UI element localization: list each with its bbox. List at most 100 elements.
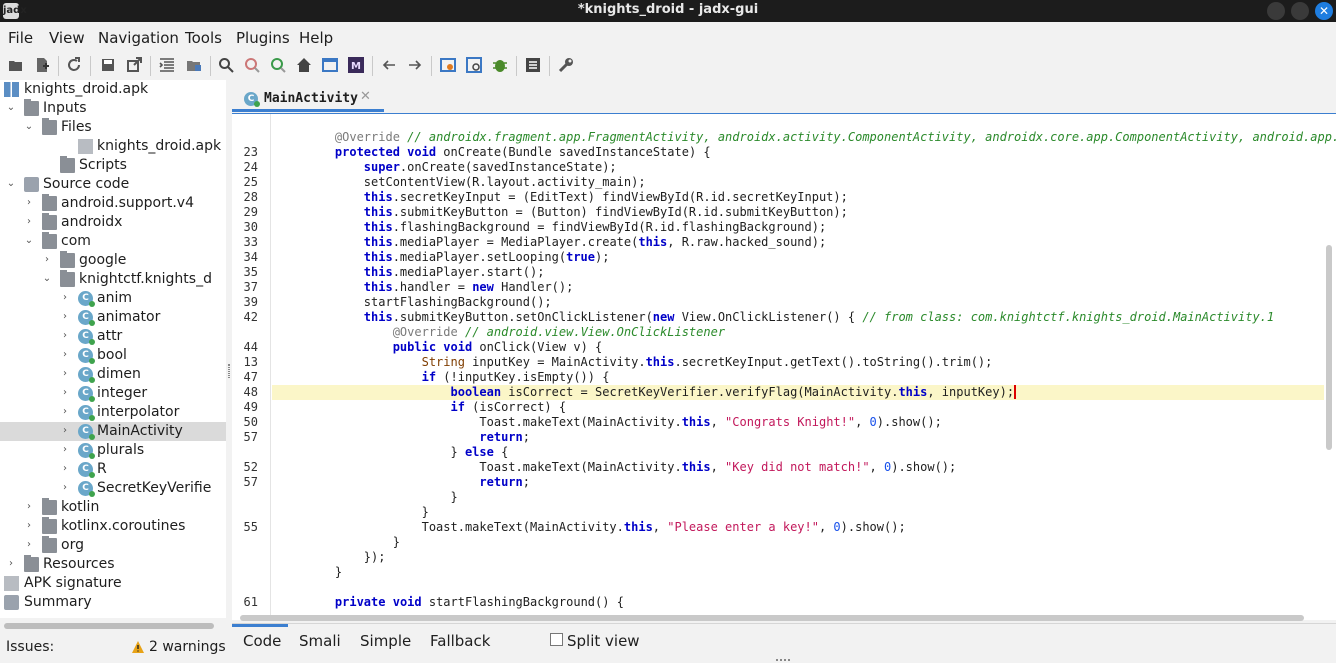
close-window-button[interactable]: ✕ — [1315, 2, 1333, 20]
editor-horizontal-scrollbar[interactable] — [240, 615, 1304, 621]
menu-plugins[interactable]: Plugins — [236, 29, 290, 47]
export-icon[interactable] — [126, 57, 142, 73]
code-line[interactable]: 61 private void startFlashingBackground(… — [232, 595, 1336, 610]
tree-item[interactable]: › kotlinx.coroutines — [0, 517, 226, 536]
sync-tree-icon[interactable] — [159, 57, 175, 73]
code-line[interactable]: 55 Toast.makeText(MainActivity.this, "Pl… — [232, 520, 1336, 535]
chevron-right-icon[interactable]: › — [60, 387, 70, 399]
reload-icon[interactable] — [66, 57, 82, 73]
code-line[interactable]: 13 String inputKey = MainActivity.this.s… — [232, 355, 1336, 370]
code-line[interactable]: 49 if (isCorrect) { — [232, 400, 1336, 415]
chevron-right-icon[interactable]: › — [6, 558, 16, 570]
menu-navigation[interactable]: Navigation — [98, 29, 179, 47]
chevron-right-icon[interactable]: › — [42, 254, 52, 266]
tree-item[interactable]: knights_droid.apk — [0, 80, 226, 99]
tree-item[interactable]: Scripts — [0, 156, 226, 175]
bookmark-icon[interactable] — [466, 57, 482, 73]
code-line[interactable]: @Override // android.view.View.OnClickLi… — [232, 325, 1336, 340]
code-line[interactable]: } — [232, 565, 1336, 580]
code-line[interactable]: 44 public void onClick(View v) { — [232, 340, 1336, 355]
code-line[interactable] — [232, 580, 1336, 595]
code-line[interactable]: 35 this.mediaPlayer.start(); — [232, 265, 1336, 280]
chevron-right-icon[interactable]: › — [60, 482, 70, 494]
tree-item[interactable]: › org — [0, 536, 226, 555]
project-tree[interactable]: knights_droid.apk ⌄ Inputs ⌄ Files knights_dr… — [0, 80, 226, 618]
code-line[interactable]: 28 this.secretKeyInput = (EditText) find… — [232, 190, 1336, 205]
tree-item[interactable]: › Cinteger — [0, 384, 226, 403]
tab-simple[interactable]: Simple — [360, 632, 411, 650]
close-tab-icon[interactable]: ✕ — [360, 89, 371, 104]
chevron-right-icon[interactable]: › — [24, 539, 34, 551]
code-line[interactable]: } — [232, 535, 1336, 550]
tree-item[interactable]: › C SecretKeyVerifie — [0, 479, 226, 498]
tree-item[interactable]: › androidx — [0, 213, 226, 232]
find-usage-icon[interactable] — [270, 57, 286, 73]
code-line[interactable]: 23 protected void onCreate(Bundle savedI… — [232, 145, 1336, 160]
open-file-icon[interactable] — [8, 57, 24, 73]
tree-item[interactable]: ⌄ Files — [0, 118, 226, 137]
deobfuscation-icon[interactable] — [322, 57, 338, 73]
chevron-right-icon[interactable]: › — [24, 216, 34, 228]
code-line[interactable]: 42 this.submitKeyButton.setOnClickListen… — [232, 310, 1336, 325]
chevron-right-icon[interactable]: › — [60, 406, 70, 418]
tree-item[interactable]: Summary — [0, 593, 226, 612]
menu-file[interactable]: File — [8, 29, 33, 47]
code-line[interactable]: 47 if (!inputKey.isEmpty()) { — [232, 370, 1336, 385]
code-line[interactable]: 37 this.handler = new Handler(); — [232, 280, 1336, 295]
maximize-button[interactable] — [1291, 2, 1309, 20]
tree-item[interactable]: knights_droid.apk — [0, 137, 226, 156]
tab-mainactivity[interactable]: C MainActivity ✕ — [232, 84, 384, 112]
debugger-icon[interactable] — [492, 57, 508, 73]
home-icon[interactable] — [296, 57, 312, 73]
menu-help[interactable]: Help — [299, 29, 333, 47]
resize-grip[interactable] — [776, 659, 790, 662]
code-line[interactable]: 52 Toast.makeText(MainActivity.this, "Ke… — [232, 460, 1336, 475]
code-line[interactable]: } — [232, 490, 1336, 505]
find-class-icon[interactable] — [244, 57, 260, 73]
chevron-right-icon[interactable]: › — [60, 330, 70, 342]
tree-item[interactable]: › Cbool — [0, 346, 226, 365]
chevron-right-icon[interactable]: › — [60, 444, 70, 456]
code-line[interactable]: @Override // androidx.fragment.app.Fragm… — [232, 130, 1336, 145]
tree-item[interactable]: ⌄ knightctf.knights_d — [0, 270, 226, 289]
chevron-right-icon[interactable]: › — [60, 425, 70, 437]
tree-item[interactable]: › android.support.v4 — [0, 194, 226, 213]
tree-item[interactable]: › kotlin — [0, 498, 226, 517]
tree-item[interactable]: ⌄ Inputs — [0, 99, 226, 118]
add-files-icon[interactable] — [34, 57, 50, 73]
forward-icon[interactable] — [407, 57, 423, 73]
preferences-icon[interactable] — [558, 57, 574, 73]
tree-item[interactable]: ⌄ Source code — [0, 175, 226, 194]
chevron-down-icon[interactable]: ⌄ — [24, 121, 34, 133]
code-line[interactable]: 25 setContentView(R.layout.activity_main… — [232, 175, 1336, 190]
tree-item[interactable]: › C R — [0, 460, 226, 479]
back-icon[interactable] — [381, 57, 397, 73]
tree-item[interactable]: › C MainActivity — [0, 422, 226, 441]
chevron-right-icon[interactable]: › — [60, 349, 70, 361]
code-line[interactable]: 57 return; — [232, 475, 1336, 490]
code-line[interactable]: } — [232, 505, 1336, 520]
tab-fallback[interactable]: Fallback — [430, 632, 490, 650]
code-line[interactable]: }); — [232, 550, 1336, 565]
quark-icon[interactable] — [440, 57, 456, 73]
chevron-right-icon[interactable]: › — [60, 368, 70, 380]
chevron-right-icon[interactable]: › — [24, 501, 34, 513]
tree-item[interactable]: › Canimator — [0, 308, 226, 327]
editor-vertical-scrollbar[interactable] — [1326, 245, 1332, 450]
menu-view[interactable]: View — [49, 29, 85, 47]
tree-item[interactable]: › google — [0, 251, 226, 270]
chevron-right-icon[interactable]: › — [60, 463, 70, 475]
tab-smali[interactable]: Smali — [299, 632, 341, 650]
flatten-packages-icon[interactable] — [186, 57, 202, 73]
log-icon[interactable] — [525, 57, 541, 73]
code-line[interactable]: 57 return; — [232, 430, 1336, 445]
tree-item[interactable]: › Cattr — [0, 327, 226, 346]
code-line[interactable]: 24 super.onCreate(savedInstanceState); — [232, 160, 1336, 175]
code-line[interactable]: } else { — [232, 445, 1336, 460]
chevron-right-icon[interactable]: › — [60, 311, 70, 323]
warnings-count[interactable]: 2 warnings — [149, 639, 226, 655]
tree-item[interactable]: › Canim — [0, 289, 226, 308]
code-line[interactable]: 34 this.mediaPlayer.setLooping(true); — [232, 250, 1336, 265]
chevron-down-icon[interactable]: ⌄ — [24, 235, 34, 247]
chevron-right-icon[interactable]: › — [60, 292, 70, 304]
